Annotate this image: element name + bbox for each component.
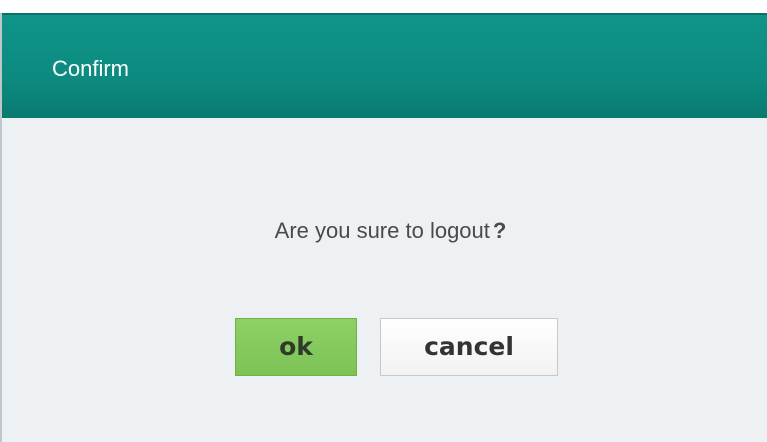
dialog-titlebar: Confirm: [2, 13, 767, 118]
confirm-dialog: Confirm Are you sure to logout? ok cance…: [0, 13, 767, 442]
ok-button[interactable]: ok: [235, 318, 357, 376]
dialog-title: Confirm: [52, 56, 130, 81]
dialog-message: Are you sure to logout?: [2, 216, 767, 246]
question-mark: ?: [492, 218, 507, 243]
cancel-button[interactable]: cancel: [380, 318, 558, 376]
dialog-message-text: Are you sure to logout: [274, 218, 490, 243]
